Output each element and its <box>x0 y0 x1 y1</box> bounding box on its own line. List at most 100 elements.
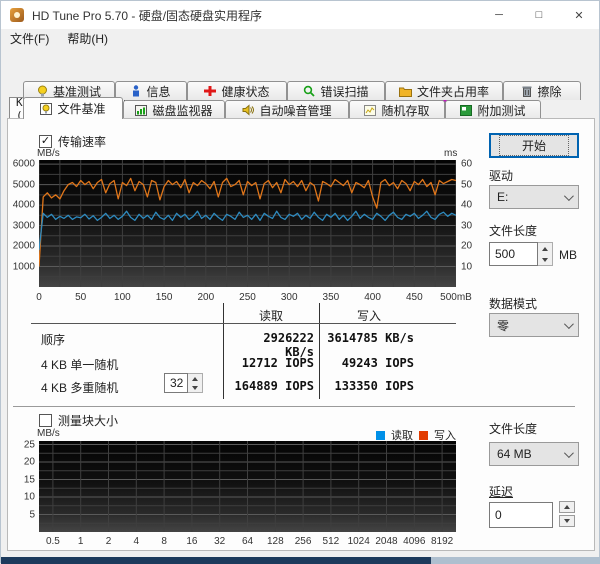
table-divider <box>223 303 224 399</box>
row-label-4k-single: 4 KB 单一随机 <box>41 358 119 372</box>
tab-label: 自动噪音管理 <box>259 103 332 118</box>
block-file-length-value: 64 MB <box>497 447 532 461</box>
col-header-write: 写入 <box>356 309 381 323</box>
tab-random-access[interactable]: 随机存取 <box>349 100 445 119</box>
x-axis-ticks: 0 50 100 150 200 250 300 350 400 450 500mB <box>36 292 472 303</box>
section-divider <box>13 406 575 407</box>
block-size-checkbox[interactable]: 测量块大小 <box>39 412 118 429</box>
delay-spinner[interactable] <box>559 501 575 527</box>
chevron-down-icon <box>563 447 574 458</box>
maximize-button[interactable]: □ <box>519 1 559 29</box>
chevron-down-icon <box>563 190 574 201</box>
toolbar: KINGBANK KP260 Pro (1024 gB) — ℃ <box>1 47 599 122</box>
minimize-button[interactable]: ─ <box>479 1 519 29</box>
speaker-icon <box>242 104 255 116</box>
menu-file[interactable]: 文件(F) <box>1 30 58 47</box>
transfer-rate-chart <box>38 160 457 287</box>
spin-up-icon[interactable] <box>538 243 552 254</box>
drive-dropdown-value: E: <box>497 190 509 204</box>
tab-label: 文件基准 <box>57 102 106 116</box>
app-logo-icon <box>10 8 24 22</box>
file-length2-label: 文件长度 <box>489 422 538 436</box>
tab-label: 错误扫描 <box>320 84 369 99</box>
file-length-label: 文件长度 <box>489 224 538 238</box>
drive-dropdown[interactable]: E: <box>489 185 579 209</box>
spin-down-icon[interactable] <box>188 383 202 392</box>
queue-depth-value: 32 <box>164 373 188 393</box>
start-button-label: 开始 <box>498 135 569 156</box>
delay-label: 延迟 <box>489 485 514 499</box>
legend-write-swatch <box>419 430 428 440</box>
random-access-icon <box>364 104 377 116</box>
row-label-sequential: 顺序 <box>41 333 66 347</box>
checkbox-unchecked-icon <box>39 414 52 427</box>
tab-info[interactable]: 信息 <box>115 81 187 100</box>
right-axis-ticks: 60 50 40 30 20 10 <box>461 158 473 273</box>
magnifier-icon <box>303 85 316 97</box>
info-icon <box>131 85 141 97</box>
delay-value: 0 <box>495 508 502 522</box>
close-button[interactable]: ✕ <box>559 1 599 29</box>
tab-label: 随机存取 <box>381 103 430 118</box>
single-read-value: 12712 IOPS <box>241 356 314 370</box>
delay-input[interactable]: 0 <box>489 502 553 528</box>
y-axis-ticks: 6000 5000 4000 3000 2000 1000 <box>12 158 35 273</box>
checkbox-checked-icon: ✓ <box>39 135 52 148</box>
x-axis-ticks: 0.5 1 2 4 8 16 32 64 128 256 512 1024 2048 4096 8192 <box>45 536 454 547</box>
chevron-down-icon <box>563 318 574 329</box>
seq-read-value: 2926222 KB/s <box>263 331 314 359</box>
data-mode-dropdown[interactable]: 零 <box>489 313 579 337</box>
title-bar: HD Tune Pro 5.70 - 硬盘/固态硬盘实用程序 ─ □ ✕ <box>1 1 599 29</box>
y-axis-ticks: 25 20 15 10 5 <box>23 439 35 520</box>
block-file-length-dropdown[interactable]: 64 MB <box>489 442 579 466</box>
y-axis-unit: MB/s <box>37 148 60 159</box>
queue-depth-spinner[interactable]: 32 <box>164 373 203 393</box>
health-cross-icon <box>204 85 217 97</box>
file-length-spinner[interactable]: 500 <box>489 242 553 266</box>
tab-file-benchmark[interactable]: 文件基准 <box>23 97 123 119</box>
data-mode-value: 零 <box>497 318 510 333</box>
window-title: HD Tune Pro 5.70 - 硬盘/固态硬盘实用程序 <box>32 8 263 23</box>
table-divider <box>319 303 320 399</box>
spin-down-icon[interactable] <box>538 254 552 265</box>
spin-up-icon[interactable] <box>559 501 575 513</box>
drive-label: 驱动 <box>489 169 514 183</box>
tab-extra-tests[interactable]: 附加测试 <box>445 100 541 119</box>
spin-up-icon[interactable] <box>188 374 202 383</box>
file-benchmark-icon <box>40 102 53 115</box>
y-axis-unit: MB/s <box>37 428 60 439</box>
tab-label: 磁盘监视器 <box>152 103 213 118</box>
block-size-chart <box>39 441 456 532</box>
file-length-unit: MB <box>559 248 577 262</box>
data-mode-label: 数据模式 <box>489 297 538 311</box>
start-button[interactable]: 开始 <box>489 133 579 158</box>
tab-label: 附加测试 <box>477 103 526 118</box>
extra-tests-icon <box>460 104 473 116</box>
tab-label: 文件夹占用率 <box>416 84 489 99</box>
spin-down-icon[interactable] <box>559 515 575 527</box>
col-header-read: 读取 <box>258 309 283 323</box>
block-size-label: 测量块大小 <box>58 414 119 428</box>
menu-help[interactable]: 帮助(H) <box>58 30 117 47</box>
tab-error-scan[interactable]: 错误扫描 <box>287 81 385 100</box>
lightbulb-icon <box>37 85 48 97</box>
tab-disk-monitor[interactable]: 磁盘监视器 <box>123 100 225 119</box>
tab-label: 信息 <box>146 84 171 99</box>
single-write-value: 49243 IOPS <box>341 356 414 370</box>
app-window: HD Tune Pro 5.70 - 硬盘/固态硬盘实用程序 ─ □ ✕ 文件(… <box>0 0 600 564</box>
trash-icon <box>522 85 532 97</box>
seq-write-value: 3614785 KB/s <box>327 331 414 345</box>
multi-read-value: 164889 IOPS <box>234 379 314 393</box>
row-label-4k-multi: 4 KB 多重随机 <box>41 381 119 395</box>
tab-folder-usage[interactable]: 文件夹占用率 <box>385 81 503 100</box>
tab-health[interactable]: 健康状态 <box>187 81 287 100</box>
right-axis-unit: ms <box>444 148 458 159</box>
transfer-rate-label: 传输速率 <box>58 135 107 149</box>
file-length-value: 500 <box>489 242 538 266</box>
tab-label: 健康状态 <box>221 84 270 99</box>
tab-erase[interactable]: 擦除 <box>503 81 581 100</box>
multi-write-value: 133350 IOPS <box>334 379 414 393</box>
disk-monitor-icon <box>135 104 148 116</box>
tab-noise-management[interactable]: 自动噪音管理 <box>225 100 349 119</box>
legend-read-swatch <box>376 430 385 440</box>
